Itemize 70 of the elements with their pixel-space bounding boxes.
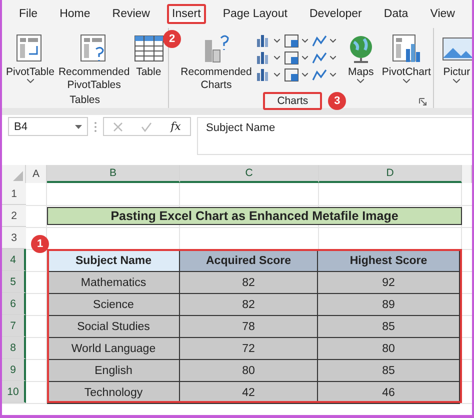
ribbon-button[interactable]: Recommended Charts [180, 32, 252, 92]
menu-tab[interactable]: Home [54, 4, 96, 24]
ribbon-button[interactable]: PivotChart [382, 32, 431, 83]
table-cell: 80 [317, 337, 460, 360]
table-cell: Mathematics [47, 271, 180, 294]
row-header[interactable]: 9 [2, 359, 26, 381]
ribbon-button[interactable]: Recommended PivotTables [58, 32, 130, 92]
group-label: Tables [70, 94, 100, 106]
ribbon-button[interactable]: Pictur [440, 32, 472, 83]
chart-icon [312, 34, 328, 48]
callout-badge: 3 [328, 92, 346, 110]
chart-icon [284, 34, 300, 48]
table-cell: English [47, 359, 180, 382]
table-cell: World Language [47, 337, 180, 360]
row-header[interactable]: 7 [2, 315, 26, 337]
title-cell: Pasting Excel Chart as Enhanced Metafile Image [47, 207, 462, 225]
menu-tab[interactable]: View [425, 4, 460, 24]
table-cell: 42 [179, 381, 318, 404]
row-header[interactable]: 2 [2, 205, 26, 227]
caret-icon [302, 73, 308, 77]
formula-field[interactable]: Subject Name [197, 117, 472, 155]
ribbon-button[interactable]: Maps [344, 32, 378, 83]
ribbon-button[interactable]: PivotTable [6, 32, 54, 83]
table-cell: 82 [179, 271, 318, 294]
table-cell: 85 [317, 315, 460, 338]
name-box[interactable]: B4 [8, 117, 88, 136]
table-cell: 46 [317, 381, 460, 404]
caret-icon [302, 56, 308, 60]
caret-icon [330, 73, 336, 77]
table-cell: 85 [317, 359, 460, 382]
table-cell: 89 [317, 293, 460, 316]
caret-icon [75, 124, 82, 128]
caret-icon [274, 39, 280, 43]
row-header[interactable]: 4 [2, 249, 26, 271]
table-cell: 80 [179, 359, 318, 382]
column-header[interactable]: C [180, 165, 319, 183]
column-header[interactable]: D [319, 165, 462, 183]
menu-tab[interactable]: Data [378, 4, 414, 24]
caret-icon [302, 39, 308, 43]
chart-icon [312, 51, 328, 65]
row-header[interactable]: 5 [2, 271, 26, 293]
grip-icon [94, 120, 97, 134]
table-cell: Social Studies [47, 315, 180, 338]
chart-icon [284, 51, 300, 65]
caret-icon [330, 56, 336, 60]
ribbon-button[interactable]: Table [134, 32, 164, 79]
row-header[interactable]: 8 [2, 337, 26, 359]
dialog-launcher-icon[interactable] [418, 98, 427, 106]
table-cell: 92 [317, 271, 460, 294]
table-cell: 82 [179, 293, 318, 316]
row-header[interactable]: 1 [2, 183, 26, 205]
caret-icon [274, 56, 280, 60]
menu-tab[interactable]: Developer [304, 4, 367, 24]
table-cell: 78 [179, 315, 318, 338]
menu-tab[interactable]: Page Layout [218, 4, 292, 24]
group-label: Charts [263, 92, 322, 110]
caret-icon [274, 73, 280, 77]
column-header[interactable]: B [47, 165, 180, 183]
chart-icon [284, 68, 300, 82]
row-header[interactable]: 6 [2, 293, 26, 315]
table-cell: 72 [179, 337, 318, 360]
table-cell: Science [47, 293, 180, 316]
row-header[interactable]: 10 [2, 381, 26, 403]
menu-tab[interactable]: Review [107, 4, 155, 24]
row-header[interactable]: 3 [2, 227, 26, 249]
chart-icon [312, 68, 328, 82]
insert-function-button[interactable]: fx [170, 120, 181, 133]
menu-tab[interactable]: Insert [167, 4, 206, 24]
caret-icon [330, 39, 336, 43]
menu-tab[interactable]: File [14, 4, 43, 24]
